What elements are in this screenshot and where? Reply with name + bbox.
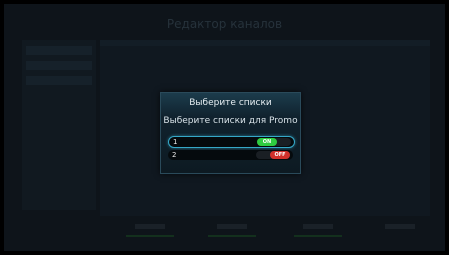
toggle-switch[interactable]: ON (257, 138, 291, 146)
list-item-label: 1 (173, 138, 178, 146)
toggle-state: ON (257, 138, 277, 146)
list-item-label: 2 (172, 151, 177, 159)
dialog-title: Выберите списки (189, 98, 272, 108)
list-item-2[interactable]: 2 OFF (168, 150, 293, 160)
toggle-switch[interactable]: OFF (256, 151, 290, 159)
select-lists-dialog: Выберите списки Выберите списки для Prom… (160, 92, 301, 174)
toggle-state: OFF (270, 151, 290, 159)
dialog-subtitle: Выберите списки для Promo (163, 116, 298, 126)
list-item-1[interactable]: 1 ON (168, 136, 295, 148)
